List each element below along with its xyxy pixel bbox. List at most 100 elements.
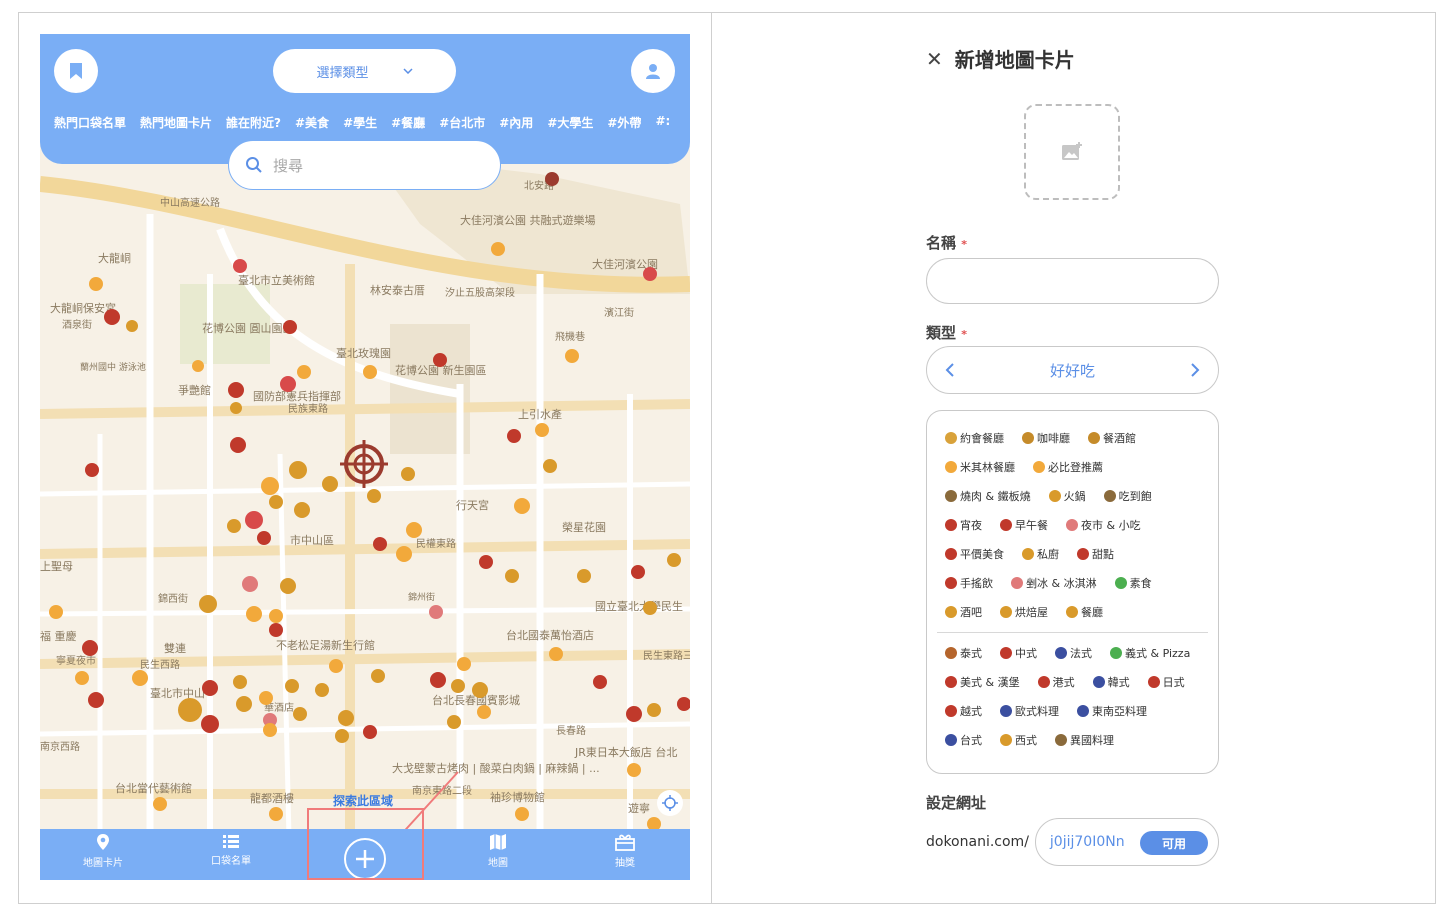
user-icon: [646, 64, 660, 79]
category-icon: [1088, 431, 1100, 444]
category-option[interactable]: 夜市 & 小吃: [1066, 517, 1141, 533]
tag-bar: 熱門口袋名單 熱門地圖卡片 誰在附近? #美食 #學生 #餐廳 #台北市 #內用…: [54, 114, 678, 131]
map-label: 濱江街: [604, 306, 634, 319]
category-option[interactable]: 西式: [1000, 732, 1037, 748]
category-option[interactable]: 烘焙屋: [1000, 604, 1048, 620]
image-upload-button[interactable]: [1024, 104, 1120, 200]
category-option[interactable]: 韓式: [1092, 674, 1130, 690]
category-option[interactable]: 私廚: [1022, 546, 1059, 562]
category-label: 早午餐: [1015, 518, 1048, 532]
category-option[interactable]: 酒吧: [945, 604, 982, 620]
nav-label: 地圖卡片: [83, 858, 123, 869]
category-option[interactable]: 東南亞料理: [1077, 703, 1147, 719]
category-row: 泰式 中式 法式 義式 & Pizza: [937, 638, 1208, 667]
category-label: 吃到飽: [1118, 489, 1152, 503]
category-option[interactable]: 日式: [1147, 674, 1185, 690]
category-option[interactable]: 剉冰 & 冰淇淋: [1011, 575, 1097, 591]
category-option[interactable]: 餐廳: [1066, 604, 1103, 620]
type-select-button[interactable]: 選擇類型: [273, 49, 456, 93]
category-icon: [945, 460, 957, 473]
category-option[interactable]: 素食: [1114, 575, 1152, 591]
map-label: 上聖母: [40, 560, 73, 573]
profile-button[interactable]: [631, 49, 675, 93]
chevron-left-icon[interactable]: [945, 362, 955, 378]
tag-more[interactable]: #:: [655, 114, 670, 131]
category-option[interactable]: 越式: [945, 703, 982, 719]
nav-map[interactable]: 地圖: [453, 833, 543, 869]
category-option[interactable]: 火鍋: [1048, 488, 1086, 504]
category-option[interactable]: 美式 & 漢堡: [945, 674, 1020, 690]
category-option[interactable]: 手搖飲: [945, 575, 993, 591]
tag-nearby[interactable]: 誰在附近?: [226, 114, 281, 131]
category-option[interactable]: 必比登推薦: [1033, 459, 1103, 475]
category-option[interactable]: 中式: [1000, 645, 1037, 661]
category-option[interactable]: 異國料理: [1055, 732, 1114, 748]
category-icon: [1000, 646, 1012, 659]
category-option[interactable]: 港式: [1037, 674, 1075, 690]
category-option[interactable]: 法式: [1055, 645, 1092, 661]
nav-pocket-lists[interactable]: 口袋名單: [186, 833, 276, 867]
map-label: JR東日本大飯店 台北: [574, 745, 677, 759]
tag-university-student[interactable]: #大學生: [547, 114, 593, 131]
category-label: 餐廳: [1081, 605, 1103, 619]
tag-restaurant[interactable]: #餐廳: [391, 114, 425, 131]
nav-lottery[interactable]: 抽獎: [580, 833, 670, 869]
search-bar[interactable]: 搜尋: [228, 140, 501, 190]
category-label: 泰式: [960, 646, 982, 660]
map-screen: 中山高速公路 大佳河濱公園 共融式遊樂場 大佳河濱公園 北安路 大龍峒 臺北市立…: [40, 34, 690, 880]
category-option[interactable]: 約會餐廳: [945, 430, 1004, 446]
category-option[interactable]: 歐式料理: [1000, 703, 1059, 719]
chevron-right-icon[interactable]: [1190, 362, 1200, 378]
category-icon: [1000, 518, 1012, 531]
map-label: 臺北市中山: [150, 686, 205, 700]
tag-taipei[interactable]: #台北市: [439, 114, 485, 131]
gift-icon: [615, 834, 635, 851]
tag-food[interactable]: #美食: [295, 114, 329, 131]
category-label: 法式: [1070, 646, 1092, 660]
category-option[interactable]: 台式: [945, 732, 982, 748]
category-option[interactable]: 平價美食: [945, 546, 1004, 562]
map-label: 民生西路: [140, 658, 180, 671]
category-icon: [1092, 675, 1105, 688]
new-map-card-form: ✕ 新增地圖卡片 名稱 * 類型 * 好好吃 約會餐廳 咖啡廳 餐酒館 米其林餐廳 必比…: [926, 44, 1219, 866]
close-icon[interactable]: ✕: [926, 47, 943, 71]
category-option[interactable]: 米其林餐廳: [945, 459, 1015, 475]
category-icon: [1011, 576, 1023, 589]
map-label: 台北國泰萬怡酒店: [506, 628, 594, 642]
tag-student[interactable]: #學生: [343, 114, 377, 131]
category-icon: [1000, 605, 1012, 618]
url-input[interactable]: j0jij70I0Nn 可用: [1034, 818, 1219, 866]
category-option[interactable]: 宵夜: [945, 517, 982, 533]
category-icon: [1055, 733, 1067, 746]
category-option[interactable]: 咖啡廳: [1022, 430, 1070, 446]
panel-divider: [711, 12, 712, 904]
category-option[interactable]: 泰式: [945, 645, 982, 661]
category-label: 餐酒館: [1103, 431, 1136, 445]
category-icon: [1000, 704, 1012, 717]
locate-button[interactable]: [657, 790, 683, 816]
crosshair-icon: [662, 795, 678, 811]
search-icon: [246, 157, 262, 173]
category-option[interactable]: 義式 & Pizza: [1110, 645, 1190, 661]
map-label: 民生東路三: [643, 649, 690, 662]
explore-area-button[interactable]: 探索此區域: [333, 792, 393, 809]
name-input[interactable]: [926, 258, 1219, 304]
category-option[interactable]: 早午餐: [1000, 517, 1048, 533]
map-label: 大佳河濱公園 共融式遊樂場: [460, 213, 596, 227]
tag-hot-pocket-lists[interactable]: 熱門口袋名單: [54, 114, 126, 131]
tag-dine-in[interactable]: #內用: [499, 114, 533, 131]
category-grid: 約會餐廳 咖啡廳 餐酒館米其林餐廳 必比登推薦 燒肉 & 鐵板燒 火鍋 吃到飽宵夜 早午餐 夜市…: [926, 410, 1219, 774]
bookmark-button[interactable]: [54, 49, 98, 93]
category-option[interactable]: 甜點: [1077, 546, 1114, 562]
category-row: 燒肉 & 鐵板燒 火鍋 吃到飽: [937, 481, 1208, 510]
category-separator: [937, 632, 1208, 633]
category-option[interactable]: 吃到飽: [1103, 488, 1152, 504]
category-option[interactable]: 餐酒館: [1088, 430, 1136, 446]
category-label: 異國料理: [1070, 733, 1114, 747]
tag-hot-map-cards[interactable]: 熱門地圖卡片: [140, 114, 212, 131]
category-option[interactable]: 燒肉 & 鐵板燒: [945, 488, 1031, 504]
category-icon: [1114, 576, 1127, 589]
nav-map-cards[interactable]: 地圖卡片: [58, 833, 148, 869]
category-row: 手搖飲 剉冰 & 冰淇淋 素食: [937, 568, 1208, 597]
tag-takeout[interactable]: #外帶: [607, 114, 641, 131]
